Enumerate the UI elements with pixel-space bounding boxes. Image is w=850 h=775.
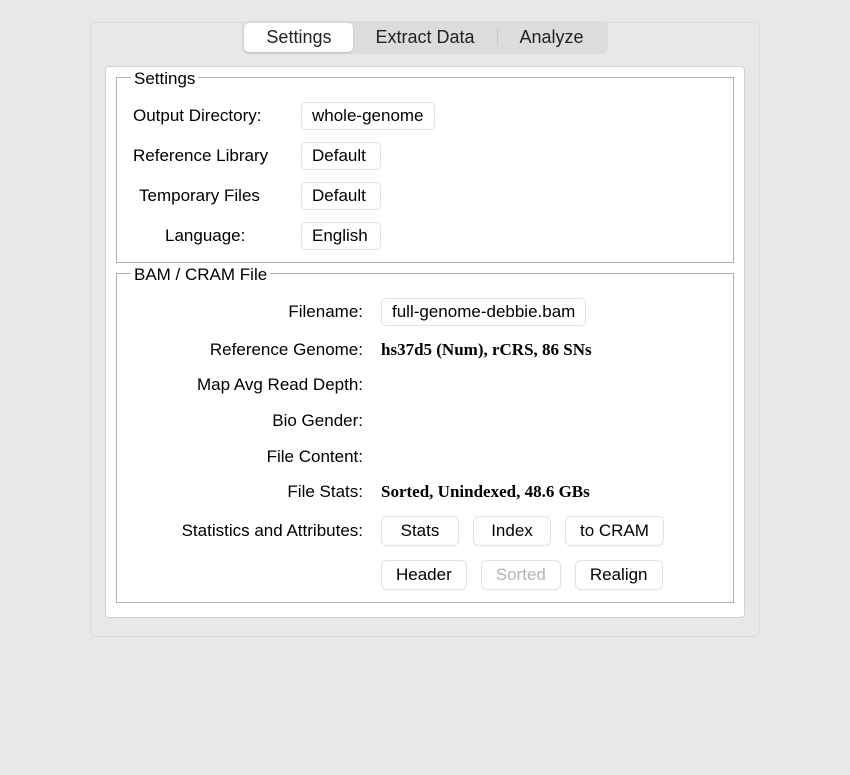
stats-buttons-row-2: Header Sorted Realign	[381, 560, 719, 590]
temporary-files-label: Temporary Files	[131, 186, 301, 206]
bio-gender-value	[381, 410, 719, 432]
output-directory-label: Output Directory:	[131, 106, 301, 126]
file-stats-value: Sorted, Unindexed, 48.6 GBs	[381, 482, 719, 502]
language-label: Language:	[131, 226, 301, 246]
reference-library-label: Reference Library	[131, 146, 301, 166]
sorted-button: Sorted	[481, 560, 561, 590]
to-cram-button[interactable]: to CRAM	[565, 516, 664, 546]
stats-attributes-label: Statistics and Attributes:	[131, 521, 381, 541]
filename-label: Filename:	[131, 302, 381, 322]
reference-genome-value: hs37d5 (Num), rCRS, 86 SNs	[381, 340, 719, 360]
bam-cram-legend: BAM / CRAM File	[131, 265, 270, 285]
output-directory-field[interactable]: whole-genome	[301, 102, 435, 130]
settings-fieldset: Settings Output Directory: whole-genome …	[116, 77, 734, 263]
reference-library-field[interactable]: Default	[301, 142, 381, 170]
file-stats-label: File Stats:	[131, 482, 381, 502]
stats-buttons-row-1: Stats Index to CRAM	[381, 516, 719, 546]
content-pane: Settings Output Directory: whole-genome …	[105, 66, 745, 618]
read-depth-value	[381, 374, 719, 396]
realign-button[interactable]: Realign	[575, 560, 663, 590]
bio-gender-label: Bio Gender:	[131, 411, 381, 431]
tab-extract-data[interactable]: Extract Data	[353, 23, 496, 52]
settings-legend: Settings	[131, 69, 198, 89]
bam-cram-fieldset: BAM / CRAM File Filename: full-genome-de…	[116, 273, 734, 603]
temporary-files-field[interactable]: Default	[301, 182, 381, 210]
tab-analyze[interactable]: Analyze	[498, 23, 606, 52]
tabs-row: Settings Extract Data Analyze	[105, 21, 745, 54]
reference-genome-label: Reference Genome:	[131, 340, 381, 360]
stats-button[interactable]: Stats	[381, 516, 459, 546]
filename-field[interactable]: full-genome-debbie.bam	[381, 298, 586, 326]
file-content-label: File Content:	[131, 447, 381, 467]
tab-settings[interactable]: Settings	[244, 23, 353, 52]
main-panel: Settings Extract Data Analyze Settings O…	[90, 22, 760, 637]
index-button[interactable]: Index	[473, 516, 551, 546]
tabs: Settings Extract Data Analyze	[242, 21, 607, 54]
read-depth-label: Map Avg Read Depth:	[131, 375, 381, 395]
file-content-value	[381, 446, 719, 468]
header-button[interactable]: Header	[381, 560, 467, 590]
language-field[interactable]: English	[301, 222, 381, 250]
